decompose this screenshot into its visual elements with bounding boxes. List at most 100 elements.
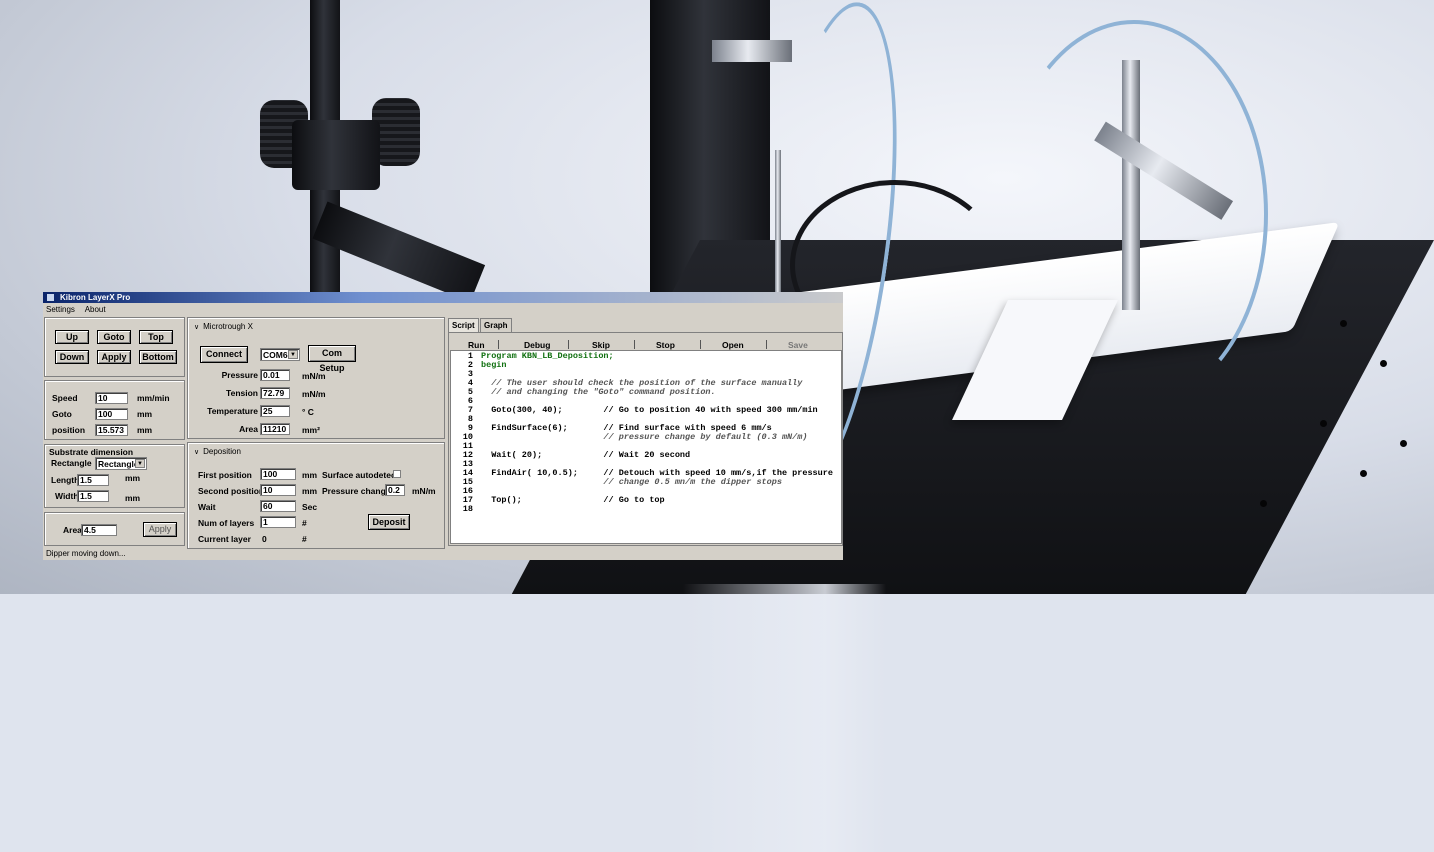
first-position-label: First position [198, 470, 252, 480]
pressure-change-label: Pressure change [322, 486, 391, 496]
temperature-field: 25 [260, 405, 290, 417]
platform-hole [1360, 470, 1367, 477]
com-setup-button[interactable]: Com Setup [308, 345, 356, 373]
length-label: Length [51, 475, 80, 485]
stop-button[interactable]: Stop [656, 340, 675, 350]
surface-autodetect-label: Surface autodetect [322, 470, 399, 480]
top-button[interactable]: Top [139, 330, 173, 344]
goto-label: Goto [52, 409, 72, 419]
tension-label: Tension [226, 388, 258, 398]
motion-panel: Up Goto Top Down Apply Bottom [44, 317, 185, 377]
tension-field: 72.79 [260, 387, 290, 399]
speed-field[interactable]: 10 [95, 392, 128, 404]
wait-unit: Sec [302, 502, 318, 512]
speed-panel: Speed 10 mm/min Goto 100 mm position 15.… [44, 380, 185, 440]
num-layers-label: Num of layers [198, 518, 255, 528]
line-code: // change 0.5 mn/m the dipper stops [481, 477, 782, 487]
menu-about[interactable]: About [85, 305, 106, 314]
wait-label: Wait [198, 502, 216, 512]
chevron-down-icon[interactable]: ▼ [135, 459, 145, 468]
open-button[interactable]: Open [722, 340, 744, 350]
width-unit: mm [125, 493, 141, 503]
menu-settings[interactable]: Settings [46, 305, 75, 314]
line-number: 18 [462, 504, 473, 514]
app-icon [47, 294, 54, 301]
down-button[interactable]: Down [55, 350, 89, 364]
surface-autodetect-checkbox[interactable] [393, 470, 401, 478]
collapse-icon[interactable]: ∨ [194, 323, 199, 333]
chevron-down-icon[interactable]: ▼ [288, 350, 298, 359]
tab-script[interactable]: Script [448, 318, 479, 332]
microtrough-title: Microtrough X [203, 322, 253, 331]
num-layers-field[interactable]: 1 [260, 516, 296, 528]
pressure-field: 0.01 [260, 369, 290, 381]
line-code: Wait( 20); // Wait 20 second [481, 450, 691, 460]
goto-unit: mm [137, 409, 153, 419]
first-position-field[interactable]: 100 [260, 468, 296, 480]
window-title: Kibron LayerX Pro [60, 293, 131, 302]
goto-button[interactable]: Goto [97, 330, 131, 344]
toolbar-divider [766, 340, 767, 349]
skip-button[interactable]: Skip [592, 340, 610, 350]
line-code: Top(); // Go to top [481, 495, 665, 505]
platform-hole [1380, 360, 1387, 367]
up-button[interactable]: Up [55, 330, 89, 344]
toolbar-divider [634, 340, 635, 349]
trough-area-unit: mm² [302, 425, 320, 435]
toolbar-divider [498, 340, 499, 349]
save-button[interactable]: Save [788, 340, 808, 350]
platform-hole [1260, 500, 1267, 507]
position-label: position [52, 425, 86, 435]
toolbar-divider [700, 340, 701, 349]
port-select[interactable]: COM6 ▼ [260, 348, 300, 361]
pressure-unit: mN/m [302, 371, 326, 381]
second-position-unit: mm [302, 486, 318, 496]
goto-field[interactable]: 100 [95, 408, 128, 420]
second-position-field[interactable]: 10 [260, 484, 296, 496]
deposition-header[interactable]: ∨ Deposition [194, 447, 241, 458]
position-field: 15.573 [95, 424, 128, 436]
editor-tabs: Script Graph [448, 318, 648, 332]
substrate-panel: Substrate dimension Rectangle Rectangle … [44, 444, 185, 508]
run-button[interactable]: Run [468, 340, 485, 350]
current-layer-value: 0 [262, 534, 267, 544]
microtrough-header[interactable]: ∨ Microtrough X [194, 322, 253, 333]
connect-button[interactable]: Connect [200, 346, 248, 363]
dipper-head [292, 120, 380, 190]
wait-field[interactable]: 60 [260, 500, 296, 512]
length-field[interactable]: 1.5 [77, 474, 109, 486]
trough-area-label: Area [239, 424, 258, 434]
shape-select[interactable]: Rectangle ▼ [95, 457, 147, 470]
fiber-cable-right [1000, 20, 1268, 408]
script-editor[interactable]: 1 Program KBN_LB_Deposition; 2 begin 3 4 /… [450, 350, 842, 544]
platform-hole [1340, 320, 1347, 327]
tension-unit: mN/m [302, 389, 326, 399]
apply-button[interactable]: Apply [97, 350, 131, 364]
speed-label: Speed [52, 393, 78, 403]
status-bar: Dipper moving down... [46, 549, 126, 558]
position-unit: mm [137, 425, 153, 435]
tab-graph[interactable]: Graph [480, 318, 512, 332]
substrate-title: Substrate dimension [49, 447, 134, 457]
menu-bar: Settings About [43, 304, 114, 316]
line-code: // and changing the "Goto" command posit… [481, 387, 716, 397]
collapse-icon[interactable]: ∨ [194, 448, 199, 458]
platform-hole [1320, 420, 1327, 427]
length-unit: mm [125, 473, 141, 483]
temperature-unit: ° C [302, 407, 314, 417]
current-layer-label: Current layer [198, 534, 251, 544]
area-apply-button[interactable]: Apply [143, 522, 177, 537]
pressure-change-field[interactable]: 0.2 [385, 484, 405, 496]
num-layers-unit: # [302, 518, 307, 528]
temperature-label: Temperature [207, 406, 258, 416]
shape-select-value: Rectangle [98, 459, 139, 469]
shape-label: Rectangle [51, 458, 92, 468]
bottom-button[interactable]: Bottom [139, 350, 177, 364]
deposition-title: Deposition [203, 447, 241, 456]
deposit-button[interactable]: Deposit [368, 514, 410, 530]
line-code: // pressure change by default (0.3 mN/m) [481, 432, 808, 442]
debug-button[interactable]: Debug [524, 340, 550, 350]
second-position-label: Second position [198, 486, 265, 496]
width-field[interactable]: 1.5 [77, 490, 109, 502]
area-panel: Area 4.5 Apply [44, 512, 185, 546]
